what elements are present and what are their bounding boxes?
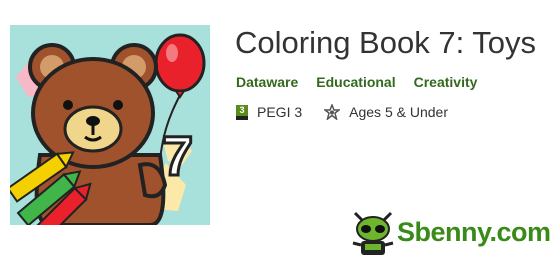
app-title: Coloring Book 7: Toys <box>235 25 536 60</box>
pegi-label: PEGI 3 <box>257 104 303 120</box>
family-star-icon <box>324 104 341 120</box>
category-tags: Dataware Educational Creativity <box>236 74 477 90</box>
watermark-text: Sbenny.com <box>397 217 551 247</box>
app-icon: 7 <box>10 25 210 225</box>
pegi-rating-icon: 3 <box>236 104 248 120</box>
android-alien-icon <box>352 211 394 255</box>
rating-info: 3 PEGI 3 Ages 5 & Under <box>236 104 470 120</box>
tag-developer[interactable]: Dataware <box>236 74 298 90</box>
ages-rating: Ages 5 & Under <box>324 104 448 120</box>
tag-creativity[interactable]: Creativity <box>414 74 478 90</box>
tag-educational[interactable]: Educational <box>316 74 395 90</box>
app-icon-number: 7 <box>162 124 193 187</box>
watermark: Sbenny.com <box>347 207 551 259</box>
pegi-rating: 3 PEGI 3 <box>236 104 302 120</box>
ages-label: Ages 5 & Under <box>349 104 448 120</box>
